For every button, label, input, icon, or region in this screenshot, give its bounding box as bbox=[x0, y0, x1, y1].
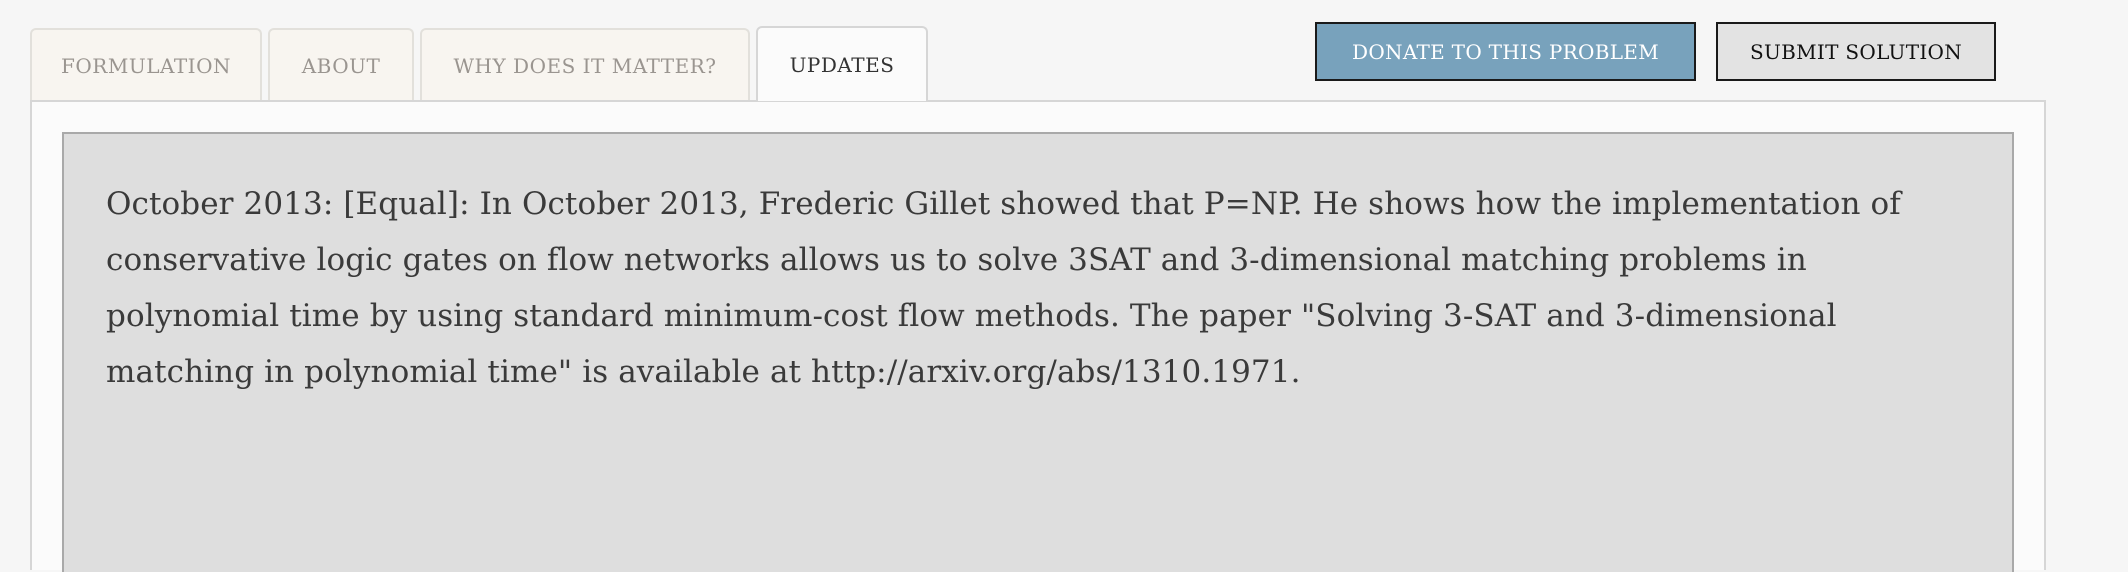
tab-content-panel: October 2013: [Equal]: In October 2013, … bbox=[30, 100, 2046, 572]
tab-about[interactable]: ABOUT bbox=[268, 28, 414, 101]
tab-updates[interactable]: UPDATES bbox=[756, 26, 928, 101]
tab-why-does-it-matter[interactable]: WHY DOES IT MATTER? bbox=[420, 28, 750, 101]
submit-solution-button[interactable]: SUBMIT SOLUTION bbox=[1716, 22, 1996, 81]
tab-bar: FORMULATION ABOUT WHY DOES IT MATTER? UP… bbox=[30, 26, 934, 101]
update-entry-text: October 2013: [Equal]: In October 2013, … bbox=[106, 186, 1901, 390]
update-entry: October 2013: [Equal]: In October 2013, … bbox=[62, 132, 2014, 572]
tab-formulation[interactable]: FORMULATION bbox=[30, 28, 262, 101]
donate-button[interactable]: DONATE TO THIS PROBLEM bbox=[1315, 22, 1696, 81]
